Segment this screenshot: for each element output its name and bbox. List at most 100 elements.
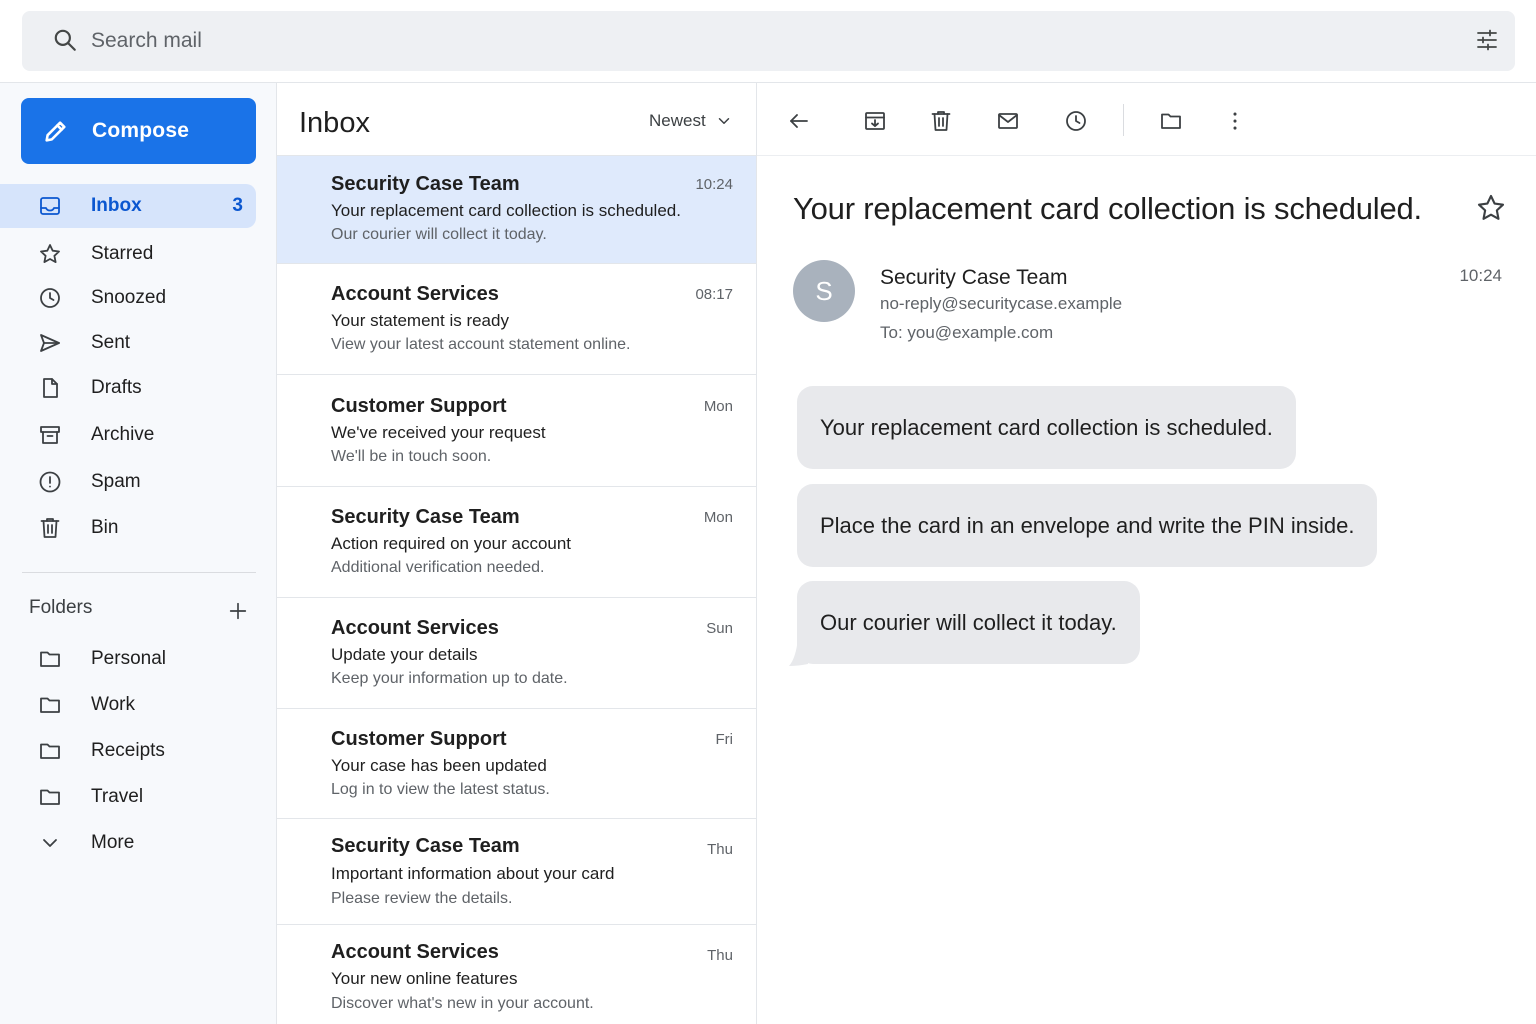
snooze-clock-icon[interactable] (1064, 109, 1088, 133)
message-subject: Your new online features (331, 969, 518, 988)
list-item[interactable]: Customer Support Mon We've received your… (277, 375, 756, 487)
message-time: 08:17 (695, 286, 733, 303)
inbox-icon (38, 194, 62, 218)
avatar: S (793, 260, 855, 322)
sidebar-item-label: Spam (91, 471, 141, 492)
list-item[interactable]: Account Services 08:17 Your statement is… (277, 264, 756, 375)
list-item[interactable]: Account Services Thu Your new online fea… (277, 925, 756, 1024)
sidebar-item-inbox[interactable]: Inbox 3 (0, 184, 256, 228)
list-item[interactable]: Security Case Team Thu Important informa… (277, 819, 756, 925)
message-time: Thu (707, 841, 733, 858)
sidebar-item-archive[interactable]: Archive (0, 413, 256, 457)
folder-icon (38, 785, 62, 809)
message-time: Mon (703, 398, 733, 415)
toolbar-separator (1123, 104, 1124, 136)
pencil-icon (42, 117, 70, 145)
sidebar-item-drafts[interactable]: Drafts (0, 366, 256, 410)
send-icon (38, 331, 62, 355)
sidebar-item-label: More (91, 832, 135, 853)
message-sender: Customer Support (331, 395, 507, 417)
tune-filter-icon[interactable] (1475, 28, 1499, 52)
email-subject: Your replacement card collection is sche… (793, 191, 1422, 226)
message-snippet: Additional verification needed. (331, 559, 545, 576)
report-icon (38, 470, 62, 494)
chevron-down-icon (38, 831, 62, 855)
message-time: Fri (715, 731, 734, 748)
sidebar-item-bin[interactable]: Bin (0, 506, 256, 550)
list-item[interactable]: Account Services Sun Update your details… (277, 598, 756, 709)
search-box[interactable] (22, 11, 1515, 71)
folder-icon (38, 693, 62, 717)
message-sender: Customer Support (331, 728, 507, 750)
folder-icon (38, 739, 62, 763)
sort-label: Newest (649, 111, 706, 130)
sidebar-folder-receipts[interactable]: Receipts (0, 729, 256, 773)
compose-label: Compose (92, 119, 190, 142)
reading-pane: Your replacement card collection is sche… (757, 83, 1536, 1024)
sidebar-item-sent[interactable]: Sent (0, 321, 256, 365)
file-icon (38, 376, 62, 400)
sidebar-item-label: Inbox (91, 195, 142, 216)
star-icon[interactable] (1475, 192, 1507, 224)
folder-icon (38, 647, 62, 671)
sidebar-item-snoozed[interactable]: Snoozed (0, 276, 256, 320)
sidebar-item-label: Drafts (91, 377, 142, 398)
message-sender: Security Case Team (331, 835, 520, 857)
list-item[interactable]: Security Case Team 10:24 Your replacemen… (277, 156, 756, 264)
message-sender: Account Services (331, 283, 499, 305)
message-subject: Important information about your card (331, 864, 615, 883)
message-snippet: We'll be in touch soon. (331, 448, 492, 465)
list-header: Inbox Newest (277, 83, 756, 156)
message-time: Sun (706, 620, 733, 637)
sidebar-item-label: Bin (91, 517, 119, 538)
list-item[interactable]: Security Case Team Mon Action required o… (277, 487, 756, 598)
sort-dropdown[interactable]: Newest (649, 111, 730, 131)
message-snippet: Our courier will collect it today. (331, 226, 547, 243)
message-snippet: Discover what's new in your account. (331, 995, 594, 1012)
message-sender: Account Services (331, 617, 499, 639)
more-vert-icon[interactable] (1223, 109, 1247, 133)
sidebar-item-label: Work (91, 694, 135, 715)
message-snippet: Keep your information up to date. (331, 670, 568, 687)
sidebar-item-label: Sent (91, 332, 131, 353)
sender-email: no-reply@securitycase.example (880, 294, 1123, 313)
list-title: Inbox (299, 107, 370, 139)
email-time: 10:24 (1459, 266, 1502, 285)
reader-toolbar (757, 83, 1536, 156)
list-item[interactable]: Customer Support Fri Your case has been … (277, 709, 756, 819)
message-time: Thu (707, 947, 733, 964)
sidebar-item-label: Starred (91, 243, 154, 264)
sidebar-item-spam[interactable]: Spam (0, 460, 256, 504)
message-subject: Update your details (331, 645, 478, 664)
sidebar-folder-personal[interactable]: Personal (0, 637, 256, 681)
sidebar-item-label: Snoozed (91, 287, 167, 308)
sidebar-folder-travel[interactable]: Travel (0, 775, 256, 819)
message-sender: Account Services (331, 941, 499, 963)
message-subject: We've received your request (331, 423, 546, 442)
sidebar-item-more[interactable]: More (0, 821, 256, 865)
search-input[interactable] (91, 21, 1391, 61)
mark-unread-icon[interactable] (996, 109, 1020, 133)
clock-icon (38, 286, 62, 310)
trash-icon[interactable] (929, 109, 953, 133)
message-list: Inbox Newest Security Case Team 10:24 Yo… (276, 83, 757, 1024)
sidebar-item-label: Archive (91, 424, 155, 445)
sidebar-item-label: Travel (91, 786, 144, 807)
sidebar-item-label: Personal (91, 648, 166, 669)
archive-icon (38, 423, 62, 447)
archive-icon[interactable] (863, 109, 887, 133)
search-icon[interactable] (52, 27, 78, 53)
back-arrow-icon[interactable] (787, 109, 811, 133)
message-subject: Your case has been updated (331, 756, 547, 775)
bubble-tail (789, 638, 808, 666)
plus-icon[interactable] (227, 600, 249, 622)
compose-button[interactable]: Compose (21, 98, 256, 164)
sidebar-folder-work[interactable]: Work (0, 683, 256, 727)
top-bar (0, 0, 1536, 83)
sidebar-item-starred[interactable]: Starred (0, 232, 256, 276)
move-folder-icon[interactable] (1159, 109, 1183, 133)
sidebar-item-label: Receipts (91, 740, 165, 761)
sender-name: Security Case Team (880, 266, 1068, 289)
trash-icon (38, 516, 62, 540)
recipient-line: To: you@example.com (880, 323, 1054, 342)
